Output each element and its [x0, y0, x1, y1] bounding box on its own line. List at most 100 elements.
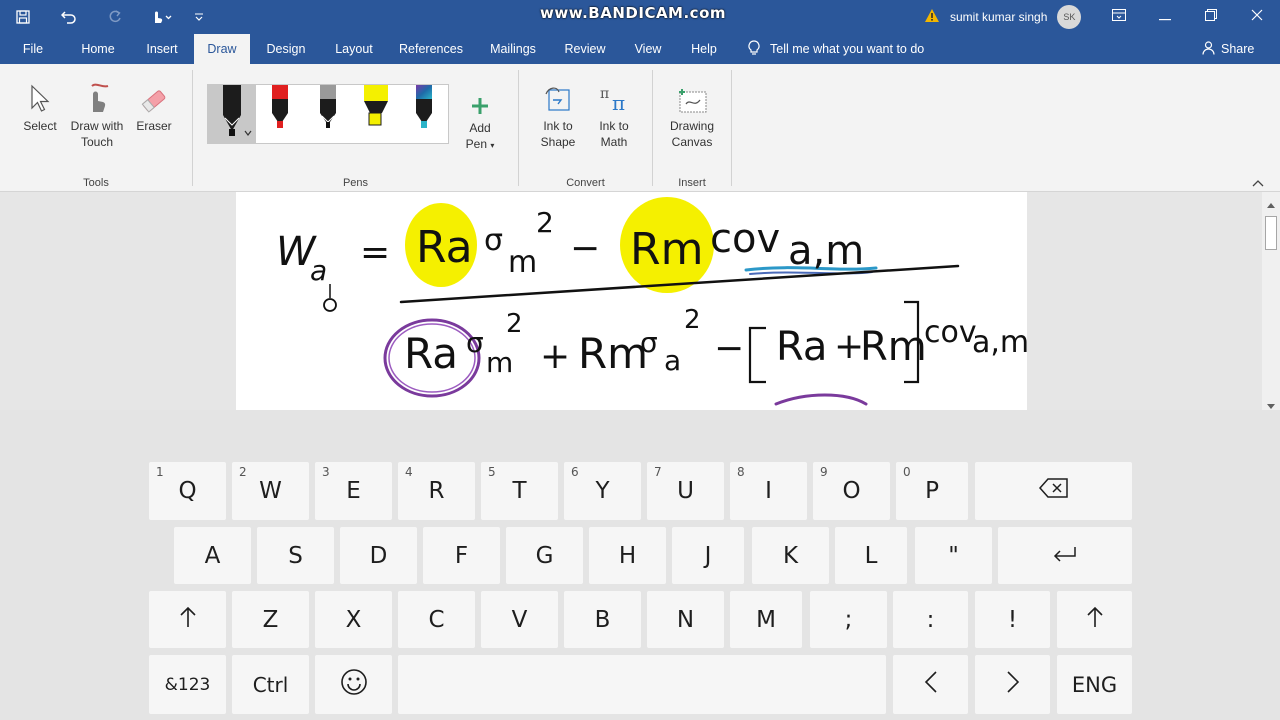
ink-symbol: Rm: [630, 224, 703, 275]
emoji-key[interactable]: [315, 655, 392, 714]
ink-symbol: m: [508, 245, 537, 280]
highlighter-yellow[interactable]: [352, 85, 400, 143]
insert-group-label: Insert: [678, 177, 706, 189]
key-f[interactable]: F: [423, 527, 500, 584]
key-c[interactable]: C: [398, 591, 475, 648]
key-i[interactable]: 8I: [730, 462, 807, 520]
warning-icon[interactable]: [924, 8, 940, 26]
key-m[interactable]: M: [730, 591, 802, 648]
ink-symbol: a,m: [788, 228, 864, 274]
document-page[interactable]: W a = Ra σ m 2 − Rm cov a,m Ra σ m 2 + R…: [236, 192, 1029, 410]
close-button[interactable]: [1234, 0, 1280, 34]
key-t[interactable]: 5T: [481, 462, 558, 520]
key-h[interactable]: H: [589, 527, 666, 584]
insert-group: Drawing Canvas Insert: [653, 64, 731, 190]
collapse-ribbon-icon[interactable]: [1252, 176, 1264, 190]
symbols-key[interactable]: &123: [149, 655, 226, 714]
tab-insert[interactable]: Insert: [138, 34, 186, 64]
eraser-button[interactable]: Eraser: [132, 76, 176, 134]
restore-icon: [1205, 8, 1217, 26]
ink-equation[interactable]: W a = Ra σ m 2 − Rm cov a,m Ra σ m 2 + R…: [236, 192, 1029, 410]
pen-black[interactable]: [208, 85, 256, 143]
draw-with-touch-button[interactable]: Draw with Touch: [66, 76, 128, 150]
key-semicolon[interactable]: ;: [810, 591, 887, 648]
key-o[interactable]: 9O: [813, 462, 890, 520]
key-k[interactable]: K: [752, 527, 829, 584]
key-n[interactable]: N: [647, 591, 724, 648]
tab-file[interactable]: File: [12, 34, 54, 64]
ribbon-tabs: File Home Insert Draw Design Layout Refe…: [0, 34, 1280, 64]
tab-draw[interactable]: Draw: [194, 34, 250, 64]
key-w[interactable]: 2W: [232, 462, 309, 520]
key-exclamation[interactable]: !: [975, 591, 1050, 648]
left-arrow-key[interactable]: [893, 655, 968, 714]
restore-button[interactable]: [1188, 0, 1234, 34]
key-e[interactable]: 3E: [315, 462, 392, 520]
minimize-button[interactable]: [1142, 0, 1188, 34]
tab-references[interactable]: References: [394, 34, 468, 64]
key-j[interactable]: J: [672, 527, 744, 584]
ink-symbol: −: [714, 328, 744, 369]
customize-qat-button[interactable]: [184, 0, 214, 34]
tab-help[interactable]: Help: [684, 34, 724, 64]
key-x[interactable]: X: [315, 591, 392, 648]
scroll-up-arrow[interactable]: [1266, 196, 1276, 214]
key-y[interactable]: 6Y: [564, 462, 641, 520]
share-button[interactable]: Share: [1202, 34, 1254, 64]
key-l[interactable]: L: [835, 527, 907, 584]
user-name: sumit kumar singh: [950, 10, 1048, 24]
key-g[interactable]: G: [506, 527, 583, 584]
backspace-key[interactable]: [975, 462, 1132, 520]
select-button[interactable]: Select: [18, 76, 62, 134]
key-r[interactable]: 4R: [398, 462, 475, 520]
title-bar: www.BANDICAM.com sumit kumar singh SK: [0, 0, 1280, 34]
account-area[interactable]: sumit kumar singh SK: [924, 0, 1082, 34]
tab-layout[interactable]: Layout: [326, 34, 382, 64]
key-q[interactable]: 1Q: [149, 462, 226, 520]
redo-button[interactable]: [92, 0, 138, 34]
pen-gray[interactable]: [304, 85, 352, 143]
tab-design[interactable]: Design: [258, 34, 314, 64]
enter-key[interactable]: [998, 527, 1132, 584]
ink-symbol: 2: [506, 309, 523, 339]
space-key[interactable]: [398, 655, 886, 714]
shift-key-right[interactable]: [1057, 591, 1132, 648]
shift-key-left[interactable]: [149, 591, 226, 648]
ink-to-shape-button[interactable]: Ink to Shape: [537, 76, 579, 150]
drawing-canvas-button[interactable]: Drawing Canvas: [665, 76, 719, 150]
key-b[interactable]: B: [564, 591, 641, 648]
undo-button[interactable]: [46, 0, 92, 34]
key-a[interactable]: A: [174, 527, 251, 584]
key-u[interactable]: 7U: [647, 462, 724, 520]
scroll-down-arrow[interactable]: [1266, 398, 1276, 410]
avatar[interactable]: SK: [1057, 5, 1082, 29]
key-quote[interactable]: ": [915, 527, 992, 584]
redo-icon: [108, 10, 122, 24]
key-p[interactable]: 0P: [896, 462, 968, 520]
ink-symbol: =: [360, 232, 390, 273]
add-pen-button[interactable]: Add Pen ▾: [460, 76, 500, 154]
touch-mode-button[interactable]: [138, 0, 184, 34]
tab-mailings[interactable]: Mailings: [482, 34, 544, 64]
key-v[interactable]: V: [481, 591, 558, 648]
ink-to-math-button[interactable]: ππ Ink to Math: [593, 76, 635, 150]
scroll-thumb[interactable]: [1265, 216, 1277, 250]
tab-view[interactable]: View: [626, 34, 670, 64]
key-colon[interactable]: :: [893, 591, 968, 648]
key-d[interactable]: D: [340, 527, 417, 584]
pen-galaxy[interactable]: [400, 85, 448, 143]
right-arrow-key[interactable]: [975, 655, 1050, 714]
pen-red[interactable]: [256, 85, 304, 143]
save-button[interactable]: [0, 0, 46, 34]
ctrl-key[interactable]: Ctrl: [232, 655, 309, 714]
language-key[interactable]: ENG: [1057, 655, 1132, 714]
key-s[interactable]: S: [257, 527, 334, 584]
cursor-icon: [29, 76, 51, 114]
ribbon-display-options-button[interactable]: [1096, 0, 1142, 34]
tools-group-label: Tools: [83, 177, 109, 189]
key-z[interactable]: Z: [232, 591, 309, 648]
tab-review[interactable]: Review: [558, 34, 612, 64]
tell-me-search[interactable]: Tell me what you want to do: [748, 34, 924, 64]
tab-home[interactable]: Home: [74, 34, 122, 64]
vertical-scrollbar[interactable]: [1262, 192, 1280, 410]
